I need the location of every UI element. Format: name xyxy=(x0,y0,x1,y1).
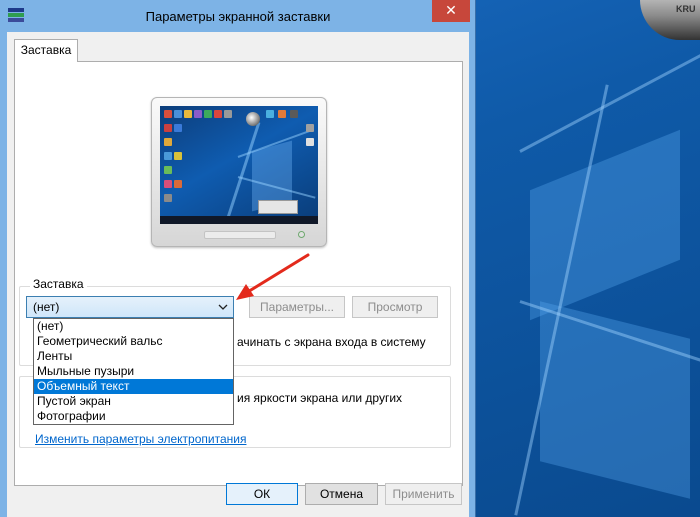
power-settings-link[interactable]: Изменить параметры электропитания xyxy=(35,432,246,446)
login-screen-checkbox-label: ачинать с экрана входа в систему xyxy=(237,335,426,349)
screensaver-select-value: (нет) xyxy=(33,300,60,314)
power-description: ия яркости экрана или других xyxy=(237,391,403,405)
screensaver-dropdown-list: (нет) Геометрический вальс Ленты Мыльные… xyxy=(33,318,234,425)
cancel-button[interactable]: Отмена xyxy=(305,483,378,505)
desktop-light-pane xyxy=(530,129,680,321)
dropdown-option-photos[interactable]: Фотографии xyxy=(34,409,233,424)
ok-button[interactable]: ОК xyxy=(226,483,298,505)
monitor-stand-bar xyxy=(204,231,276,239)
close-button[interactable]: ✕ xyxy=(432,0,470,22)
dropdown-option-3d-text[interactable]: Объемный текст xyxy=(34,379,233,394)
desktop-device-text: KRU xyxy=(676,4,696,14)
dropdown-option-ribbons[interactable]: Ленты xyxy=(34,349,233,364)
monitor-preview xyxy=(151,97,327,247)
tab-screensaver[interactable]: Заставка xyxy=(14,39,78,62)
dropdown-option-bubbles[interactable]: Мыльные пузыри xyxy=(34,364,233,379)
preview-screen xyxy=(160,106,318,224)
dropdown-option-none[interactable]: (нет) xyxy=(34,319,233,334)
params-button[interactable]: Параметры... xyxy=(249,296,345,318)
preview-button[interactable]: Просмотр xyxy=(352,296,438,318)
close-icon: ✕ xyxy=(445,2,457,18)
apply-button[interactable]: Применить xyxy=(385,483,462,505)
monitor-power-led xyxy=(298,231,305,238)
title-bar[interactable]: Параметры экранной заставки ✕ xyxy=(0,0,476,32)
window-title: Параметры экранной заставки xyxy=(145,9,331,24)
screensaver-select[interactable]: (нет) xyxy=(26,296,234,318)
screensaver-group-label: Заставка xyxy=(30,277,87,291)
preview-orb-icon xyxy=(246,112,260,126)
dropdown-option-geometric-waltz[interactable]: Геометрический вальс xyxy=(34,334,233,349)
dropdown-option-blank[interactable]: Пустой экран xyxy=(34,394,233,409)
